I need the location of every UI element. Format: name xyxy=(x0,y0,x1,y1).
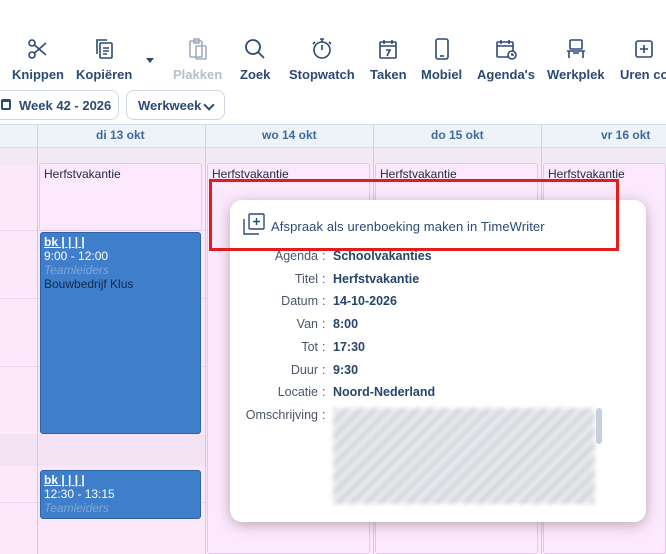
tasks-calendar-icon xyxy=(375,36,401,62)
holiday-title: Herfstvakantie xyxy=(212,167,289,181)
scissors-icon xyxy=(25,36,51,62)
appointment-description: Bouwbedrijf Klus xyxy=(44,277,134,291)
stopwatch-button[interactable]: Stopwatch xyxy=(289,36,355,86)
copy-icon xyxy=(91,36,117,62)
day-header-row: di 13 okt wo 14 okt do 15 okt vr 16 okt xyxy=(0,124,666,148)
description-scrollbar[interactable] xyxy=(596,408,602,444)
detail-row-duration: Duur: 9:30 xyxy=(290,363,359,377)
day-header-fri[interactable]: vr 16 okt xyxy=(601,128,650,142)
holiday-title: Herfstvakantie xyxy=(380,167,457,181)
appointment-group: Teamleiders xyxy=(44,263,109,277)
detail-row-agenda: Agenda: Schoolvakanties xyxy=(274,249,432,263)
search-label: Zoek xyxy=(240,67,271,82)
day-header-wed[interactable]: wo 14 okt xyxy=(262,128,317,142)
detail-row-date: Datum: 14-10-2026 xyxy=(281,294,397,308)
workplace-button[interactable]: Werkplek xyxy=(547,36,605,86)
search-icon xyxy=(242,36,268,62)
create-time-booking-button[interactable]: Afspraak als urenboeking maken in TimeWr… xyxy=(242,212,545,241)
appointment-title: bk | | | | xyxy=(44,473,85,487)
event-details-popup: Afspraak als urenboeking maken in TimeWr… xyxy=(230,200,646,522)
stopwatch-icon xyxy=(309,36,335,62)
cut-button[interactable]: Knippen xyxy=(12,36,64,86)
paste-button[interactable]: Plakken xyxy=(173,36,222,86)
appointment-time: 9:00 - 12:00 xyxy=(44,249,109,263)
search-button[interactable]: Zoek xyxy=(240,36,270,86)
detail-row-location: Locatie: Noord-Nederland xyxy=(277,385,436,399)
stopwatch-label: Stopwatch xyxy=(289,67,355,82)
agendas-button[interactable]: Agenda's xyxy=(477,36,535,86)
paste-label: Plakken xyxy=(173,67,223,82)
appointment-title: bk | | | | xyxy=(44,235,85,249)
copy-label: Kopiëren xyxy=(76,67,133,82)
appointment-event-2[interactable]: bk | | | | 12:30 - 13:15 Teamleiders xyxy=(40,470,201,519)
hours-button[interactable]: Uren co xyxy=(620,36,666,86)
appointment-time: 12:30 - 13:15 xyxy=(44,487,115,501)
view-selector[interactable]: Werkweek xyxy=(126,90,225,120)
view-label: Werkweek xyxy=(138,97,202,113)
agendas-label: Agenda's xyxy=(477,67,535,82)
holiday-event-tue[interactable]: Herfstvakantie xyxy=(39,163,202,231)
copy-button[interactable]: Kopiëren xyxy=(76,36,132,86)
detail-row-to: Tot: 17:30 xyxy=(301,340,365,354)
create-time-booking-label: Afspraak als urenboeking maken in TimeWr… xyxy=(271,219,545,234)
holiday-title: Herfstvakantie xyxy=(548,167,625,181)
hours-label: Uren co xyxy=(620,67,666,82)
appointment-group: Teamleiders xyxy=(44,501,109,515)
detail-row-title: Titel: Herfstvakantie xyxy=(294,272,420,286)
mobile-label: Mobiel xyxy=(421,67,463,82)
mobile-button[interactable]: Mobiel xyxy=(421,36,462,86)
copy-dropdown-arrow-icon[interactable] xyxy=(146,58,154,63)
add-entry-icon xyxy=(242,212,266,241)
description-text-redacted xyxy=(333,408,595,504)
tasks-button[interactable]: Taken xyxy=(370,36,407,86)
chevron-down-icon xyxy=(203,99,215,111)
ribbon-toolbar: Knippen Kopiëren Plakken Zoek Stopwatch … xyxy=(0,0,666,88)
paste-icon xyxy=(185,36,211,62)
week-selector[interactable]: Week 42 - 2026 xyxy=(0,90,119,120)
detail-row-from: Van: 8:00 xyxy=(296,317,359,331)
holiday-title: Herfstvakantie xyxy=(44,167,121,181)
agendas-icon xyxy=(493,36,519,62)
appointment-event-1[interactable]: bk | | | | 9:00 - 12:00 Teamleiders Bouw… xyxy=(40,232,201,434)
day-header-thu[interactable]: do 15 okt xyxy=(431,128,484,142)
week-label: Week 42 - 2026 xyxy=(19,97,112,113)
tasks-label: Taken xyxy=(370,67,407,82)
workplace-icon xyxy=(563,36,589,62)
workplace-label: Werkplek xyxy=(547,67,605,82)
mobile-icon xyxy=(429,36,455,62)
calendar-icon xyxy=(1,99,11,110)
cut-label: Knippen xyxy=(12,67,64,82)
hours-icon xyxy=(631,36,657,62)
day-header-tue[interactable]: di 13 okt xyxy=(96,128,145,142)
